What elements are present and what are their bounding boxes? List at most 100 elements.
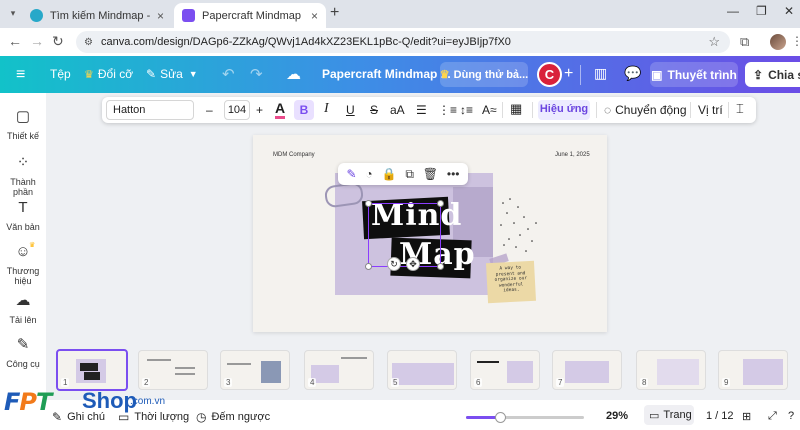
page-thumbnail[interactable]: 9 [718, 350, 788, 390]
toolbar-divider [596, 102, 597, 118]
list-icon[interactable]: ⋮≡ [438, 103, 457, 117]
resize-handle[interactable] [437, 200, 444, 207]
tab-search-icon[interactable]: ▾ [6, 6, 20, 20]
page-thumbnail[interactable]: 5 [387, 350, 457, 390]
date-text[interactable]: June 1, 2025 [555, 152, 590, 158]
page-number: 7 [556, 378, 565, 387]
maximize-icon[interactable]: ❐ [756, 4, 767, 18]
close-tab-icon[interactable]: × [157, 9, 164, 23]
thumb-shape [227, 363, 251, 365]
comment-add-icon[interactable]: ◔ [365, 167, 372, 181]
font-color-button[interactable]: A [275, 100, 286, 119]
bookmark-star-icon[interactable]: ☆ [708, 34, 720, 50]
bold-button[interactable]: B [294, 100, 314, 120]
undo-icon[interactable]: ↶ [222, 65, 235, 83]
more-icon[interactable]: ••• [447, 167, 460, 181]
page-thumbnail[interactable]: 6 [470, 350, 540, 390]
fullscreen-icon[interactable]: ⤢ [768, 410, 777, 423]
letter-case-button[interactable]: aA [390, 103, 405, 117]
page-thumbnail[interactable]: 8 [636, 350, 706, 390]
minimize-icon[interactable]: — [727, 4, 739, 18]
scattered-dots-graphic[interactable] [498, 195, 553, 255]
rotate-handle-icon[interactable]: ↻ [387, 257, 401, 271]
page-thumbnail[interactable]: 1 [56, 349, 128, 391]
lock-icon[interactable]: 🔒 [382, 167, 397, 181]
selection-box[interactable] [365, 200, 444, 270]
page-thumbnail[interactable]: 2 [138, 350, 208, 390]
resize-handle[interactable] [437, 263, 444, 270]
italic-button[interactable]: I [324, 101, 329, 117]
underline-button[interactable]: U [346, 103, 355, 117]
help-icon[interactable]: ? [788, 410, 794, 422]
text-effects-icon[interactable]: A≈ [482, 103, 497, 117]
document-title[interactable]: Papercraft Mindmap ... [322, 67, 451, 81]
file-menu[interactable]: Tệp [50, 67, 71, 81]
zoom-slider[interactable] [466, 412, 584, 423]
sidebar-item-brand[interactable]: ♛ ☺ Thương hiệu [0, 242, 46, 286]
animate-button[interactable]: ◌ Chuyển động [604, 103, 687, 117]
company-text[interactable]: MDM Company [273, 152, 315, 158]
sidebar-item-uploads[interactable]: ☁ Tải lên [0, 291, 46, 325]
align-center-icon[interactable]: ☰ [416, 103, 427, 117]
url-bar[interactable]: ⚙ canva.com/design/DAGp6-ZZkAg/QWvj1Ad4k… [76, 31, 730, 53]
address-bar-row: ← → ↻ ⚙ canva.com/design/DAGp6-ZZkAg/QWv… [0, 28, 800, 56]
site-info-icon[interactable]: ⚙ [84, 37, 93, 48]
reload-icon[interactable]: ↻ [52, 33, 64, 50]
sidebar-item-text[interactable]: T Văn bản [0, 199, 46, 232]
sticky-note[interactable]: A way to present and organize our wonder… [485, 260, 537, 304]
resize-handle[interactable] [365, 263, 372, 270]
canva-header: ≡ Tệp ♛ Đổi cỡ ✎ Sửa ▼ ↶ ↷ ☁ Papercraft Min… [0, 56, 800, 93]
move-handle-icon[interactable]: ✥ [406, 257, 420, 271]
share-button[interactable]: ⇪Chia sẻ [745, 62, 800, 87]
strikethrough-button[interactable]: S [370, 103, 378, 117]
comment-icon[interactable]: 💬 [624, 65, 641, 82]
menu-icon[interactable]: ≡ [16, 66, 25, 84]
try-pro-button[interactable]: ♛ Dùng thử bả... [440, 62, 528, 87]
increase-size-button[interactable]: + [256, 103, 263, 117]
edit-menu[interactable]: ✎ Sửa ▼ [146, 67, 198, 81]
pages-button[interactable]: ▭ Trang [644, 405, 694, 425]
grid-view-icon[interactable]: ⊞ [742, 410, 751, 423]
new-tab-button[interactable]: + [330, 4, 339, 22]
timer-button[interactable]: ◷ Đếm ngược [196, 410, 270, 424]
zoom-slider-knob[interactable] [495, 412, 507, 423]
sidebar-item-elements[interactable]: ⁘ Thành phần [0, 153, 46, 197]
thumb-shape [341, 357, 367, 359]
present-icon: ▣ [651, 67, 663, 82]
browser-menu-icon[interactable]: ⋮ [791, 34, 800, 48]
extensions-icon[interactable]: ⧉ [740, 34, 749, 50]
close-tab-icon[interactable]: × [311, 9, 318, 23]
font-family-select[interactable]: Hatton [106, 100, 194, 120]
zoom-value[interactable]: 29% [606, 410, 628, 422]
magic-edit-icon[interactable]: ✎ [346, 167, 356, 181]
add-collaborator-icon[interactable]: + [564, 65, 573, 83]
spacing-icon[interactable]: ↕≡ [460, 103, 473, 117]
present-button[interactable]: ▣ Thuyết trình [650, 62, 738, 87]
browser-tab-design[interactable]: Papercraft Mindmap Brainstorm × [174, 3, 326, 28]
trash-icon[interactable]: 🗑 [423, 167, 438, 181]
resize-button[interactable]: ♛ Đổi cỡ [84, 67, 133, 81]
position-button[interactable]: Vị trí [698, 103, 723, 117]
page-thumbnail[interactable]: 4 [304, 350, 374, 390]
browser-tab-search[interactable]: Tìm kiếm Mindmap - Canva × [22, 3, 172, 28]
redo-icon[interactable]: ↷ [250, 65, 263, 83]
analytics-icon[interactable]: ▥ [594, 65, 607, 82]
transparency-icon[interactable]: ▦ [510, 101, 522, 117]
profile-avatar[interactable] [770, 34, 786, 50]
page-thumbnail[interactable]: 3 [220, 350, 290, 390]
effects-button[interactable]: Hiệu ứng [538, 100, 590, 120]
sidebar-item-design[interactable]: ▢ Thiết kế [0, 107, 46, 141]
decrease-size-button[interactable]: – [206, 103, 213, 117]
copy-style-icon[interactable]: ⌶ [736, 101, 744, 117]
page-thumbnail[interactable]: 7 [552, 350, 622, 390]
resize-handle[interactable] [365, 200, 372, 207]
font-size-input[interactable]: 104 [224, 100, 250, 120]
user-avatar[interactable]: C [537, 62, 562, 87]
url-text: canva.com/design/DAGp6-ZZkAg/QWvj1Ad4kXZ… [100, 36, 511, 48]
back-icon[interactable]: ← [8, 33, 22, 49]
close-window-icon[interactable]: ✕ [784, 4, 794, 18]
duplicate-icon[interactable]: ⧉ [405, 167, 414, 182]
cloud-save-icon[interactable]: ☁ [286, 65, 301, 83]
forward-icon[interactable]: → [30, 33, 44, 49]
fpt-shop-watermark: FPT Shop .com.vn [4, 388, 165, 416]
